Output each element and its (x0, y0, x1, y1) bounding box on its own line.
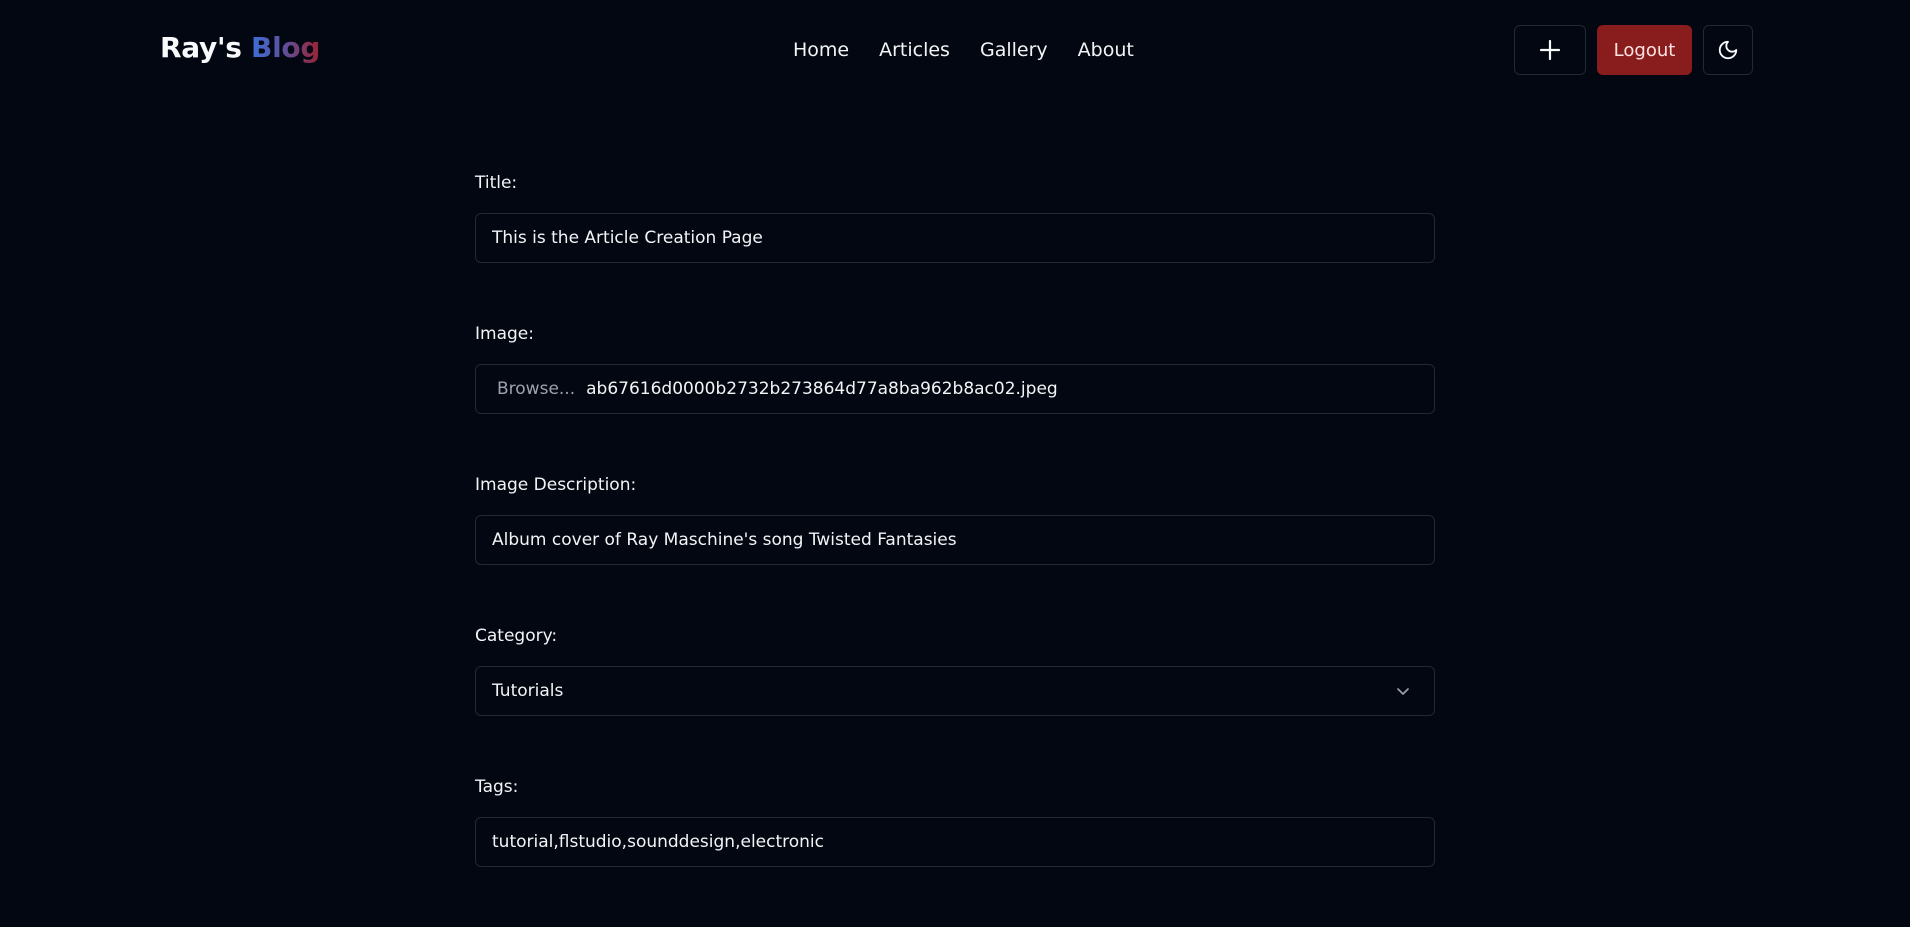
image-description-input[interactable] (475, 515, 1435, 565)
logout-button[interactable]: Logout (1597, 25, 1692, 75)
title-input[interactable] (475, 213, 1435, 263)
moon-icon (1718, 40, 1738, 60)
image-file-input[interactable]: Browse... ab67616d0000b2732b273864d77a8b… (475, 364, 1435, 414)
nav-link-gallery[interactable]: Gallery (980, 39, 1048, 61)
category-selected-value: Tutorials (492, 681, 564, 701)
image-label: Image: (475, 324, 534, 344)
logo-accent-text: Blog (251, 31, 321, 64)
category-field: Category: Tutorials (475, 625, 1435, 716)
image-description-label: Image Description: (475, 475, 637, 495)
image-field: Image: Browse... ab67616d0000b2732b27386… (475, 323, 1435, 414)
logo-main-text: Ray's (160, 31, 242, 64)
tags-field: Tags: (475, 776, 1435, 867)
main-nav: Home Articles Gallery About (793, 39, 1134, 61)
header-actions: Logout (1514, 25, 1753, 75)
tags-label: Tags: (475, 777, 519, 797)
chevron-down-icon (1397, 688, 1409, 695)
selected-filename: ab67616d0000b2732b273864d77a8ba962b8ac02… (586, 379, 1058, 399)
nav-link-about[interactable]: About (1078, 39, 1134, 61)
browse-button[interactable]: Browse... (492, 379, 575, 399)
title-label: Title: (475, 173, 518, 193)
theme-toggle-button[interactable] (1703, 25, 1753, 75)
plus-icon (1539, 39, 1561, 61)
image-description-field: Image Description: (475, 474, 1435, 565)
navbar: Ray's Blog Home Articles Gallery About L… (0, 0, 1910, 102)
site-logo[interactable]: Ray's Blog (160, 31, 320, 64)
tags-input[interactable] (475, 817, 1435, 867)
nav-link-articles[interactable]: Articles (879, 39, 950, 61)
nav-link-home[interactable]: Home (793, 39, 849, 61)
category-select[interactable]: Tutorials (475, 666, 1435, 716)
title-field: Title: (475, 172, 1435, 263)
add-article-button[interactable] (1514, 25, 1586, 75)
category-label: Category: (475, 626, 558, 646)
article-form: Title: Image: Browse... ab67616d0000b273… (475, 172, 1435, 927)
